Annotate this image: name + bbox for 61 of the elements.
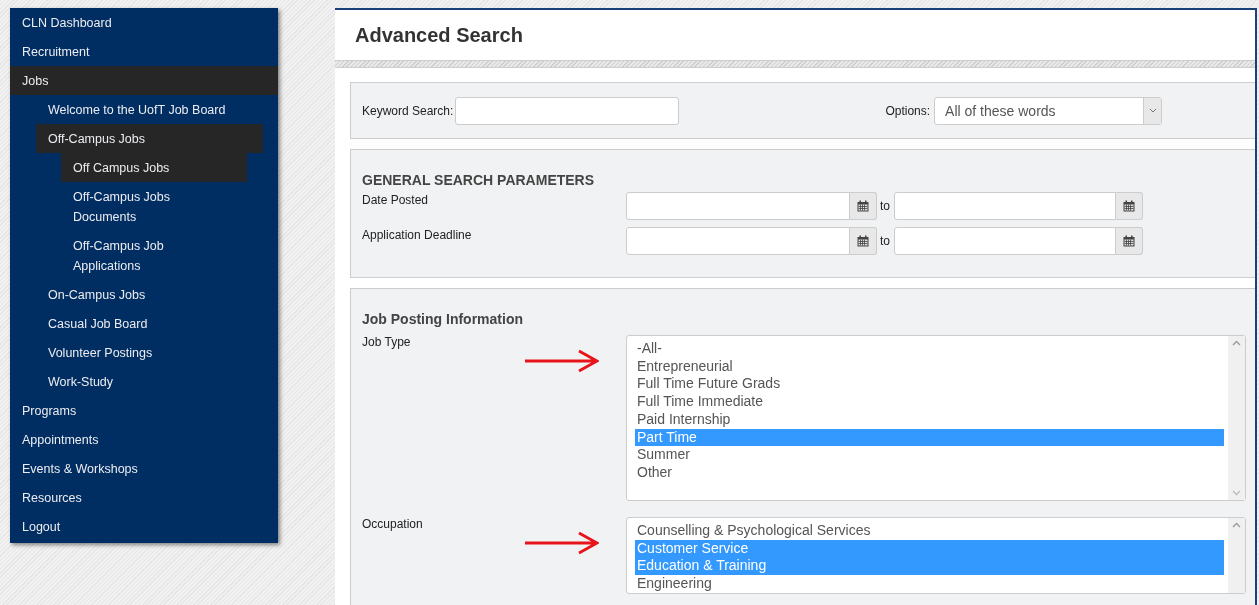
- sidebar-item[interactable]: Appointments: [10, 425, 278, 454]
- calendar-button[interactable]: [1116, 227, 1143, 255]
- field-label: Job Type: [362, 335, 412, 349]
- chevron-down-icon: [1148, 108, 1157, 113]
- multi-select-list[interactable]: Counselling & Psychological Services Customer Service Education & Training Engineering: [626, 517, 1246, 594]
- keyword-field[interactable]: [455, 96, 680, 125]
- range-label: to: [880, 234, 890, 248]
- list-option[interactable]: Other: [635, 463, 1224, 482]
- sidebar-item[interactable]: Resources: [10, 483, 278, 512]
- sidebar-item[interactable]: Off-Campus Job Applications: [61, 231, 247, 280]
- section-heading: GENERAL SEARCH PARAMETERS: [362, 171, 596, 190]
- sidebar-item[interactable]: Casual Job Board: [36, 309, 263, 338]
- calendar-icon: [857, 200, 869, 212]
- sidebar-item[interactable]: Recruitment: [10, 37, 278, 66]
- section-heading: Job Posting Information: [362, 310, 524, 329]
- calendar-icon: [857, 235, 869, 247]
- list-option[interactable]: Counselling & Psychological Services: [635, 522, 1224, 540]
- scrollbar[interactable]: [1228, 518, 1245, 593]
- scroll-down-icon[interactable]: [1232, 490, 1241, 496]
- list-option[interactable]: Paid Internship: [635, 410, 1224, 429]
- date-field[interactable]: [894, 227, 1116, 255]
- list-option[interactable]: Full Time Future Grads: [635, 375, 1224, 394]
- calendar-button[interactable]: [850, 227, 877, 255]
- field-label: Date Posted: [362, 192, 430, 207]
- calendar-button[interactable]: [1116, 192, 1143, 220]
- sidebar-item[interactable]: Welcome to the UofT Job Board: [36, 95, 263, 124]
- calendar-icon: [1123, 200, 1135, 212]
- field-label: Options:: [885, 103, 931, 118]
- scroll-up-icon[interactable]: [1232, 522, 1241, 528]
- list-option[interactable]: Full Time Immediate: [635, 393, 1224, 411]
- sidebar-item[interactable]: Jobs: [10, 66, 278, 95]
- date-field[interactable]: [626, 227, 850, 255]
- multi-select-list[interactable]: -All- Entrepreneurial Full Time Future Grads Full Time Immediate Paid Internship Part Time Summer Other: [626, 335, 1246, 501]
- arrow-icon: [525, 349, 599, 373]
- sidebar-item[interactable]: Off Campus Jobs: [61, 153, 247, 182]
- sidebar-item[interactable]: Volunteer Postings: [36, 338, 263, 367]
- scrollbar[interactable]: [1228, 336, 1245, 500]
- sidebar-item[interactable]: Events & Workshops: [10, 454, 278, 483]
- sidebar-item[interactable]: Off-Campus Jobs: [36, 124, 263, 153]
- list-option[interactable]: Engineering: [635, 575, 1224, 593]
- arrow-icon: [525, 531, 599, 555]
- list-option[interactable]: Entrepreneurial: [635, 357, 1224, 376]
- list-option[interactable]: Summer: [635, 446, 1224, 464]
- options-dropdown[interactable]: All of these words: [934, 96, 1163, 125]
- sidebar-item[interactable]: Programs: [10, 396, 278, 425]
- calendar-icon: [1123, 235, 1135, 247]
- field-label: Occupation: [362, 517, 424, 531]
- sidebar-item[interactable]: Off-Campus Jobs Documents: [61, 182, 247, 231]
- calendar-button[interactable]: [850, 192, 877, 220]
- field-label: Keyword Search:: [362, 103, 454, 118]
- date-field[interactable]: [626, 192, 850, 220]
- scroll-up-icon[interactable]: [1232, 340, 1241, 346]
- date-field[interactable]: [894, 192, 1116, 220]
- sidebar-item[interactable]: CLN Dashboard: [10, 8, 278, 37]
- list-option[interactable]: -All-: [635, 340, 1224, 358]
- range-label: to: [880, 199, 890, 213]
- field-label: Application Deadline: [362, 227, 473, 242]
- sidebar-item[interactable]: Work-Study: [36, 367, 263, 396]
- sidebar-item[interactable]: Logout: [10, 512, 278, 541]
- page-title: Advanced Search: [355, 23, 523, 47]
- sidebar-item[interactable]: On-Campus Jobs: [36, 280, 263, 309]
